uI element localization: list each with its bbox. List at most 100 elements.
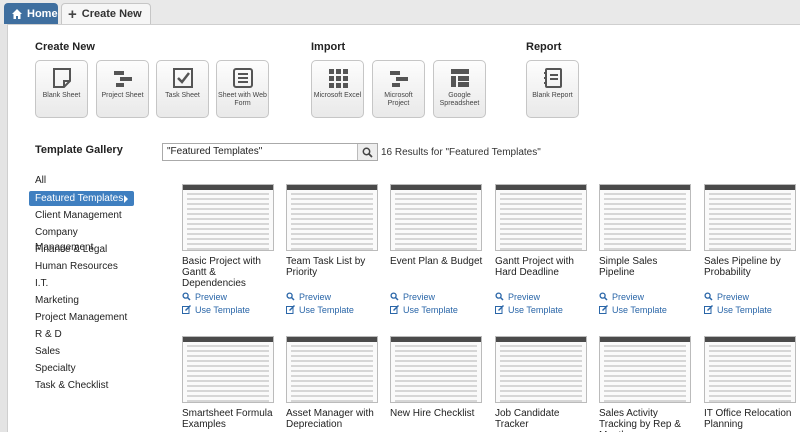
preview-link[interactable]: Preview (182, 290, 282, 303)
use-template-label: Use Template (508, 304, 563, 315)
category-label: Marketing (35, 295, 79, 306)
use-template-label: Use Template (403, 304, 458, 315)
edit-icon (704, 305, 713, 314)
blank-sheet-button[interactable]: Blank Sheet (35, 60, 88, 118)
category-item[interactable]: All (29, 173, 134, 188)
search-button[interactable] (357, 144, 377, 160)
preview-link[interactable]: Preview (704, 290, 800, 303)
search-box[interactable]: "Featured Templates" (162, 143, 378, 161)
category-item[interactable]: Project Management (29, 310, 134, 325)
template-thumbnail[interactable] (704, 336, 796, 403)
template-thumbnail[interactable] (495, 184, 587, 251)
preview-link[interactable]: Preview (286, 290, 386, 303)
import-project-button[interactable]: Microsoft Project (372, 60, 425, 118)
import-google-label: Google Spreadsheet (439, 92, 480, 107)
search-input[interactable]: "Featured Templates" (163, 144, 357, 160)
template-name: Event Plan & Budget (390, 256, 483, 267)
template-thumbnail[interactable] (182, 336, 274, 403)
template-card[interactable]: Asset Manager with Depreciation (286, 336, 386, 432)
template-thumbnail[interactable] (286, 184, 378, 251)
template-name: Smartsheet Formula Examples (182, 408, 273, 430)
template-name: IT Office Relocation Planning (704, 408, 792, 430)
preview-link[interactable]: Preview (599, 290, 699, 303)
create-new-heading: Create New (35, 41, 95, 53)
home-icon (12, 8, 22, 19)
template-thumbnail[interactable] (704, 184, 796, 251)
template-gallery-title: Template Gallery (35, 144, 123, 156)
template-thumbnail[interactable] (182, 184, 274, 251)
spreadsheet-icon (450, 69, 469, 87)
category-item[interactable]: Finance & Legal (29, 242, 134, 257)
use-template-label: Use Template (717, 304, 772, 315)
template-card[interactable]: Gantt Project with Hard Deadline Preview U… (495, 184, 595, 316)
category-item[interactable]: Client Management (29, 208, 134, 223)
category-item[interactable]: Featured Templates (29, 191, 134, 206)
category-item[interactable]: Task & Checklist (29, 378, 134, 393)
category-item[interactable]: R & D (29, 327, 134, 342)
tab-create-new-label: Create New (81, 8, 142, 20)
use-template-link[interactable]: Use Template (599, 303, 699, 316)
use-template-link[interactable]: Use Template (704, 303, 800, 316)
category-label: I.T. (35, 278, 49, 289)
template-card[interactable]: IT Office Relocation Planning (704, 336, 800, 432)
category-item[interactable]: Company Management (29, 225, 134, 253)
edit-icon (495, 305, 504, 314)
category-label: R & D (35, 329, 62, 340)
web-form-button[interactable]: Sheet with Web Form (216, 60, 269, 118)
import-project-label: Microsoft Project (384, 92, 413, 107)
template-name: Asset Manager with Depreciation (286, 408, 374, 430)
template-name: Basic Project with Gantt & Dependencies (182, 256, 261, 289)
preview-label: Preview (717, 291, 750, 302)
template-card[interactable]: Simple Sales Pipeline Preview Use Template (599, 184, 699, 316)
blank-report-button[interactable]: Blank Report (526, 60, 579, 118)
preview-label: Preview (612, 291, 645, 302)
web-form-label: Sheet with Web Form (218, 92, 267, 107)
template-card[interactable]: Sales Activity Tracking by Rep & Month (599, 336, 699, 432)
task-sheet-button[interactable]: Task Sheet (156, 60, 209, 118)
use-template-link[interactable]: Use Template (495, 303, 595, 316)
template-thumbnail[interactable] (599, 336, 691, 403)
project-sheet-button[interactable]: Project Sheet (96, 60, 149, 118)
preview-link[interactable]: Preview (495, 290, 595, 303)
use-template-link[interactable]: Use Template (390, 303, 490, 316)
template-thumbnail[interactable] (390, 336, 482, 403)
template-thumbnail[interactable] (599, 184, 691, 251)
template-card[interactable]: Basic Project with Gantt & Dependencies P… (182, 184, 282, 316)
magnifier-icon (286, 292, 295, 301)
template-card[interactable]: Smartsheet Formula Examples (182, 336, 282, 432)
template-card[interactable]: Event Plan & Budget Preview Use Template (390, 184, 490, 316)
import-google-button[interactable]: Google Spreadsheet (433, 60, 486, 118)
preview-link[interactable]: Preview (390, 290, 490, 303)
gantt-icon (389, 71, 408, 87)
import-excel-label: Microsoft Excel (313, 92, 362, 99)
import-excel-button[interactable]: Microsoft Excel (311, 60, 364, 118)
category-item[interactable]: I.T. (29, 276, 134, 291)
blank-sheet-label: Blank Sheet (42, 92, 81, 99)
use-template-label: Use Template (195, 304, 250, 315)
template-thumbnail[interactable] (495, 336, 587, 403)
blank-report-label: Blank Report (532, 92, 573, 99)
template-card[interactable]: Job Candidate Tracker (495, 336, 595, 432)
template-thumbnail[interactable] (286, 336, 378, 403)
grid-icon (328, 69, 348, 88)
template-card[interactable]: Sales Pipeline by Probability Preview Use … (704, 184, 800, 316)
tab-home[interactable]: Home (4, 3, 58, 24)
edit-icon (390, 305, 399, 314)
category-item[interactable]: Marketing (29, 293, 134, 308)
preview-label: Preview (299, 291, 332, 302)
template-card[interactable]: New Hire Checklist (390, 336, 490, 432)
template-card[interactable]: Team Task List by Priority Preview Use Tem… (286, 184, 386, 316)
preview-label: Preview (195, 291, 228, 302)
magnifier-icon (599, 292, 608, 301)
tab-create-new[interactable]: + Create New (61, 3, 151, 24)
category-item[interactable]: Human Resources (29, 259, 134, 274)
blank-sheet-icon (52, 68, 71, 88)
use-template-link[interactable]: Use Template (286, 303, 386, 316)
use-template-label: Use Template (612, 304, 667, 315)
template-name: Sales Activity Tracking by Rep & Month (599, 408, 681, 432)
report-heading: Report (526, 41, 562, 53)
category-item[interactable]: Sales (29, 344, 134, 359)
use-template-link[interactable]: Use Template (182, 303, 282, 316)
category-item[interactable]: Specialty (29, 361, 134, 376)
template-thumbnail[interactable] (390, 184, 482, 251)
